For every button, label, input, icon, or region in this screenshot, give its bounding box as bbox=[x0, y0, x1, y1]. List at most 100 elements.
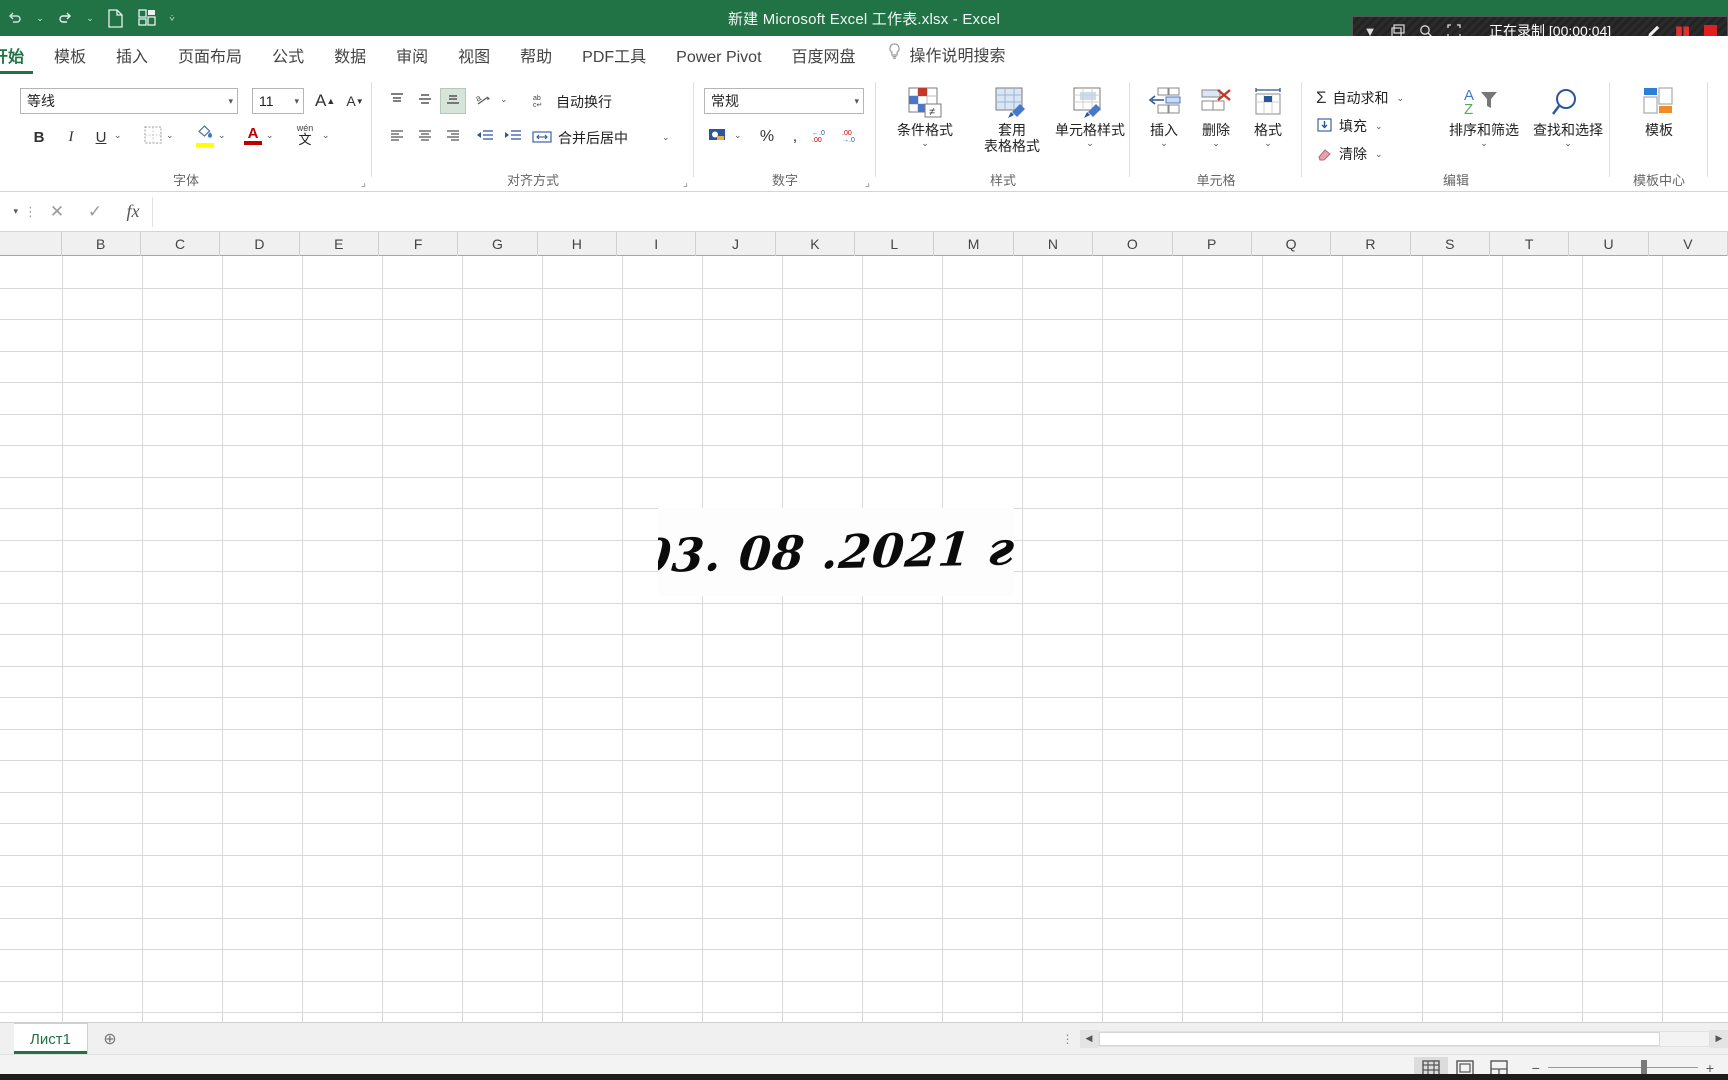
align-center-button[interactable] bbox=[412, 124, 438, 150]
column-header-e[interactable]: E bbox=[300, 232, 379, 256]
column-header-t[interactable]: T bbox=[1490, 232, 1570, 256]
column-header-r[interactable]: R bbox=[1331, 232, 1411, 256]
hscroll-thumb[interactable] bbox=[1099, 1031, 1661, 1046]
pasted-handwriting-image[interactable]: 03. 08 .2021 г. bbox=[658, 508, 1014, 596]
column-header-p[interactable]: P bbox=[1173, 232, 1252, 256]
merge-dropdown-icon[interactable]: ⌄ bbox=[660, 132, 672, 143]
scroll-right-icon[interactable]: ▶ bbox=[1710, 1029, 1728, 1048]
chevron-down-icon[interactable]: ⌄ bbox=[1373, 149, 1385, 160]
borders-button[interactable] bbox=[140, 124, 166, 150]
tab-help[interactable]: 帮助 bbox=[505, 50, 567, 74]
conditional-formatting-button[interactable]: ≠ 条件格式 ⌄ bbox=[884, 84, 966, 148]
cancel-entry-button[interactable]: ✕ bbox=[38, 197, 76, 227]
name-box-dropdown-icon[interactable]: ▾ bbox=[11, 206, 20, 217]
wrap-text-button[interactable]: ab c↵ 自动换行 bbox=[532, 92, 612, 112]
horizontal-scrollbar[interactable]: ◀ ▶ bbox=[1080, 1023, 1728, 1054]
sheet-tab-list1[interactable]: Лист1 bbox=[14, 1023, 88, 1054]
tab-view[interactable]: 视图 bbox=[443, 50, 505, 74]
column-header-h[interactable]: H bbox=[538, 232, 618, 256]
tab-page-layout[interactable]: 页面布局 bbox=[163, 50, 257, 74]
chevron-down-icon[interactable]: ⌄ bbox=[1395, 93, 1407, 104]
column-header-u[interactable]: U bbox=[1569, 232, 1649, 256]
alignment-dialog-launcher[interactable]: ⌟ bbox=[683, 176, 688, 189]
column-header-f[interactable]: F bbox=[379, 232, 459, 256]
borders-dropdown-icon[interactable]: ⌄ bbox=[164, 130, 176, 141]
tab-pdf-tools[interactable]: PDF工具 bbox=[567, 50, 661, 74]
formula-input[interactable] bbox=[152, 196, 1728, 227]
align-top-button[interactable] bbox=[384, 88, 410, 114]
column-header-partial[interactable] bbox=[0, 232, 62, 256]
italic-button[interactable]: I bbox=[58, 124, 84, 150]
underline-dropdown-icon[interactable]: ⌄ bbox=[112, 130, 124, 141]
tab-data[interactable]: 数据 bbox=[319, 50, 381, 74]
sort-filter-button[interactable]: AZ 排序和筛选 ⌄ bbox=[1442, 84, 1526, 148]
orientation-dropdown-icon[interactable]: ⌄ bbox=[498, 94, 510, 105]
align-middle-button[interactable] bbox=[412, 88, 438, 114]
cell-styles-button[interactable]: 单元格样式 ⌄ bbox=[1052, 84, 1128, 148]
find-select-button[interactable]: 查找和选择 ⌄ bbox=[1526, 84, 1610, 148]
accounting-dropdown-icon[interactable]: ⌄ bbox=[732, 130, 744, 141]
column-header-l[interactable]: L bbox=[855, 232, 935, 256]
column-header-c[interactable]: C bbox=[141, 232, 221, 256]
font-dialog-launcher[interactable]: ⌟ bbox=[361, 176, 366, 189]
align-left-button[interactable] bbox=[384, 124, 410, 150]
increase-decimal-button[interactable]: ←.0.00 bbox=[808, 124, 834, 150]
zoom-slider-track[interactable] bbox=[1547, 1060, 1698, 1075]
tab-templates[interactable]: 模板 bbox=[39, 50, 101, 74]
merge-center-button[interactable]: 合并后居中 bbox=[532, 128, 628, 148]
add-sheet-icon[interactable]: ⊕ bbox=[88, 1023, 132, 1054]
phonetic-guide-button[interactable]: wén 文 bbox=[292, 122, 318, 148]
column-header-i[interactable]: I bbox=[617, 232, 697, 256]
delete-cells-button[interactable]: 删除 ⌄ bbox=[1192, 84, 1240, 148]
tab-baidu-netdisk[interactable]: 百度网盘 bbox=[777, 50, 871, 74]
font-color-button[interactable]: A bbox=[240, 122, 266, 148]
save-to-baidu-button[interactable]: 保存到 百度网 bbox=[1718, 84, 1728, 154]
fill-button[interactable]: 填充 ⌄ bbox=[1316, 116, 1385, 136]
fill-color-dropdown-icon[interactable]: ⌄ bbox=[216, 130, 228, 141]
column-header-b[interactable]: B bbox=[62, 232, 141, 256]
zoom-slider-thumb[interactable] bbox=[1640, 1060, 1647, 1075]
sheet-overflow-icon[interactable]: ⋮ bbox=[1056, 1023, 1080, 1054]
align-bottom-button[interactable] bbox=[440, 88, 466, 114]
phonetic-dropdown-icon[interactable]: ⌄ bbox=[320, 130, 332, 141]
hscroll-track[interactable] bbox=[1098, 1030, 1710, 1047]
clear-button[interactable]: 清除 ⌄ bbox=[1316, 144, 1385, 164]
tab-power-pivot[interactable]: Power Pivot bbox=[661, 50, 776, 74]
font-size-combo[interactable]: 11 ▾ bbox=[252, 88, 304, 114]
column-header-o[interactable]: O bbox=[1093, 232, 1173, 256]
decrease-font-size-button[interactable]: A ▼ bbox=[342, 88, 368, 114]
tab-formulas[interactable]: 公式 bbox=[257, 50, 319, 74]
insert-function-button[interactable]: fx bbox=[114, 197, 152, 227]
column-header-j[interactable]: J bbox=[696, 232, 776, 256]
increase-font-size-button[interactable]: A ▲ bbox=[312, 88, 338, 114]
number-dialog-launcher[interactable]: ⌟ bbox=[865, 176, 870, 189]
text-orientation-button[interactable]: a bbox=[472, 88, 498, 114]
decrease-indent-button[interactable] bbox=[472, 124, 498, 150]
insert-cells-button[interactable]: 插入 ⌄ bbox=[1140, 84, 1188, 148]
column-header-k[interactable]: K bbox=[776, 232, 856, 256]
decrease-decimal-button[interactable]: .00 →.0 bbox=[838, 124, 864, 150]
column-header-m[interactable]: M bbox=[934, 232, 1014, 256]
accounting-format-button[interactable] bbox=[704, 124, 730, 150]
font-name-combo[interactable]: 等线 ▾ bbox=[20, 88, 238, 114]
number-format-combo[interactable]: 常规 ▾ bbox=[704, 88, 864, 114]
column-header-q[interactable]: Q bbox=[1252, 232, 1332, 256]
comma-style-button[interactable]: , bbox=[782, 124, 808, 150]
format-as-table-button[interactable]: 套用 表格格式 bbox=[970, 84, 1054, 154]
font-color-dropdown-icon[interactable]: ⌄ bbox=[264, 130, 276, 141]
bold-button[interactable]: B bbox=[26, 124, 52, 150]
column-header-v[interactable]: V bbox=[1649, 232, 1728, 256]
column-header-g[interactable]: G bbox=[458, 232, 538, 256]
scroll-left-icon[interactable]: ◀ bbox=[1080, 1029, 1098, 1048]
increase-indent-button[interactable] bbox=[500, 124, 526, 150]
percent-style-button[interactable]: % bbox=[754, 124, 780, 150]
autosum-button[interactable]: Σ 自动求和 ⌄ bbox=[1316, 88, 1406, 108]
tab-insert[interactable]: 插入 bbox=[101, 50, 163, 74]
format-cells-button[interactable]: 格式 ⌄ bbox=[1244, 84, 1292, 148]
column-header-d[interactable]: D bbox=[220, 232, 300, 256]
fill-color-button[interactable] bbox=[192, 122, 218, 148]
tell-me-search[interactable]: 操作说明搜索 bbox=[871, 42, 1016, 74]
template-button[interactable]: 模板 bbox=[1629, 84, 1689, 138]
spreadsheet-grid[interactable]: BCDEFGHIJKLMNOPQRSTUV 03. 08 .2021 г. bbox=[0, 232, 1728, 1022]
confirm-entry-button[interactable]: ✓ bbox=[76, 197, 114, 227]
